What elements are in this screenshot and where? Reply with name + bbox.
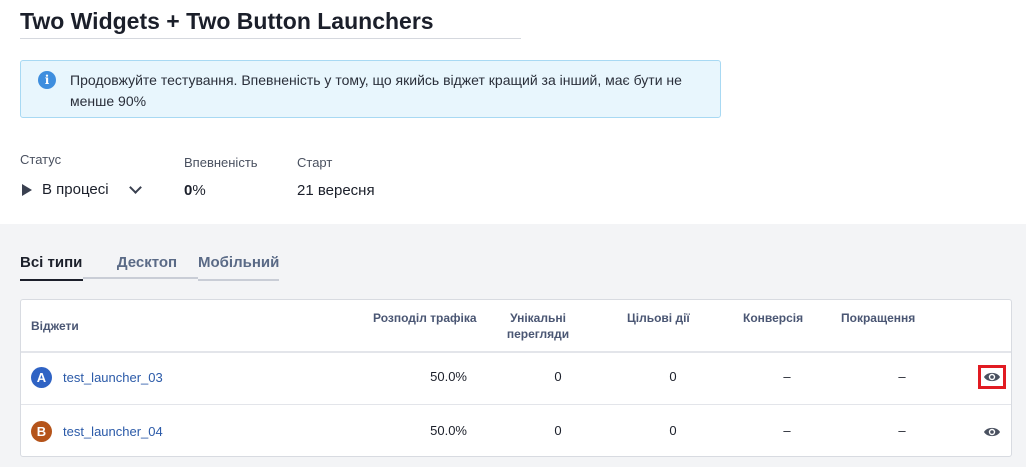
confidence-label: Впевненість bbox=[184, 155, 258, 170]
info-banner: i Продовжуйте тестування. Впевненість у … bbox=[20, 60, 721, 118]
target-actions-cell: 0 bbox=[669, 423, 677, 438]
info-text: Продовжуйте тестування. Впевненість у то… bbox=[70, 72, 682, 109]
status-value: В процесі bbox=[42, 181, 109, 198]
conversion-cell: – bbox=[783, 423, 791, 438]
start-label: Старт bbox=[297, 155, 333, 170]
info-icon: i bbox=[38, 71, 56, 89]
status-label: Статус bbox=[20, 152, 62, 167]
preview-button[interactable] bbox=[978, 365, 1006, 389]
confidence-unit: % bbox=[192, 182, 206, 199]
eye-icon bbox=[984, 427, 1000, 437]
tab-all-types[interactable]: Всі типи bbox=[20, 254, 83, 281]
table-header: Віджети Розподіл трафіка Унікальні перег… bbox=[21, 300, 1011, 353]
header-unique-views-line2: перегляди bbox=[506, 327, 570, 341]
header-widgets: Віджети bbox=[31, 319, 79, 333]
table-row: B test_launcher_04 50.0% 0 0 – – bbox=[21, 404, 1011, 457]
unique-views-cell: 0 bbox=[554, 423, 562, 438]
play-icon bbox=[22, 184, 32, 196]
variant-badge: B bbox=[31, 421, 52, 442]
page-title: Two Widgets + Two Button Launchers bbox=[20, 6, 521, 39]
traffic-cell: 50.0% bbox=[430, 369, 467, 384]
eye-icon bbox=[984, 372, 1000, 382]
widget-link[interactable]: test_launcher_04 bbox=[63, 424, 163, 439]
tab-mobile[interactable]: Мобільний bbox=[198, 254, 279, 281]
variant-badge: A bbox=[31, 367, 52, 388]
header-conversion: Конверсія bbox=[743, 311, 804, 325]
header-improvement: Покращення bbox=[841, 311, 916, 325]
widget-link[interactable]: test_launcher_03 bbox=[63, 370, 163, 385]
header-traffic: Розподіл трафіка bbox=[373, 311, 477, 325]
improvement-cell: – bbox=[898, 369, 906, 384]
traffic-cell: 50.0% bbox=[430, 423, 467, 438]
header-unique-views: Унікальні перегляди bbox=[498, 310, 578, 342]
tab-desktop[interactable]: Десктоп bbox=[83, 254, 198, 279]
table-row: A test_launcher_03 50.0% 0 0 – – bbox=[21, 352, 1011, 404]
confidence-value: 0% bbox=[184, 182, 206, 199]
target-actions-cell: 0 bbox=[669, 369, 677, 384]
header-target-actions: Цільові дії bbox=[627, 311, 690, 325]
unique-views-cell: 0 bbox=[554, 369, 562, 384]
improvement-cell: – bbox=[898, 423, 906, 438]
header-unique-views-line1: Унікальні bbox=[510, 311, 566, 325]
conversion-cell: – bbox=[783, 369, 791, 384]
preview-button[interactable] bbox=[978, 420, 1006, 444]
start-value: 21 вересня bbox=[297, 182, 375, 199]
header-section: Two Widgets + Two Button Launchers i Про… bbox=[0, 0, 1026, 225]
widgets-table: Віджети Розподіл трафіка Унікальні перег… bbox=[20, 299, 1012, 457]
